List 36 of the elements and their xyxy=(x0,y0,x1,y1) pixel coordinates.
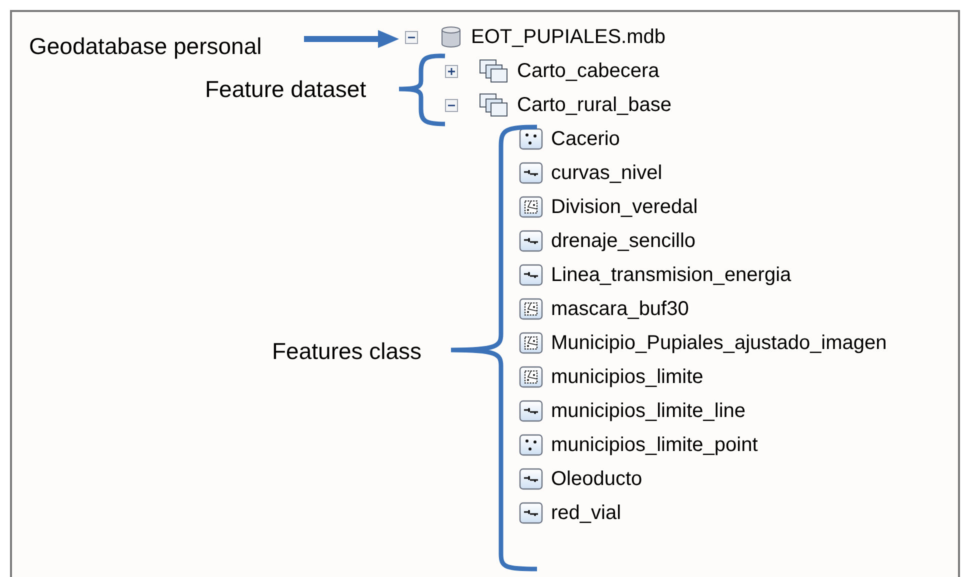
tree-item[interactable]: mascara_buf30 xyxy=(551,294,689,324)
polygon-feature-icon xyxy=(519,332,543,354)
tree-item[interactable]: Cacerio xyxy=(551,124,620,154)
line-feature-icon xyxy=(519,162,543,184)
line-feature-icon xyxy=(519,230,543,252)
tree-item[interactable]: EOT_PUPIALES.mdb xyxy=(471,22,666,52)
line-feature-icon xyxy=(519,502,543,524)
dataset-icon xyxy=(479,93,509,117)
point-feature-icon xyxy=(519,128,543,150)
tree-item[interactable]: Division_veredal xyxy=(551,192,698,222)
line-feature-icon xyxy=(519,264,543,286)
polygon-feature-icon xyxy=(519,196,543,218)
tree-item[interactable]: Linea_transmision_energia xyxy=(551,260,792,290)
point-feature-icon xyxy=(519,434,543,456)
tree-item[interactable]: Municipio_Pupiales_ajustado_imagen xyxy=(551,328,887,358)
collapse-icon[interactable] xyxy=(445,98,458,112)
tree-item[interactable]: Carto_cabecera xyxy=(517,56,660,86)
polygon-feature-icon xyxy=(519,366,543,388)
annotation-label: Geodatabase personal xyxy=(29,32,262,61)
tree-item[interactable]: drenaje_sencillo xyxy=(551,226,696,256)
dataset-icon xyxy=(479,59,509,83)
line-feature-icon xyxy=(519,468,543,490)
tree-item[interactable]: red_vial xyxy=(551,498,622,528)
tree-item[interactable]: Oleoducto xyxy=(551,464,642,494)
tree-item[interactable]: municipios_limite_point xyxy=(551,430,758,460)
annotation-label: Features class xyxy=(272,337,422,366)
tree-item[interactable]: curvas_nivel xyxy=(551,158,662,188)
tree-item[interactable]: municipios_limite_line xyxy=(551,396,746,426)
database-icon xyxy=(439,25,463,49)
tree-item[interactable]: municipios_limite xyxy=(551,362,704,392)
collapse-icon[interactable] xyxy=(405,30,418,44)
polygon-feature-icon xyxy=(519,298,543,320)
annotation-label: Feature dataset xyxy=(205,75,366,104)
tree-item[interactable]: Carto_rural_base xyxy=(517,90,672,120)
line-feature-icon xyxy=(519,400,543,422)
expand-icon[interactable] xyxy=(445,64,458,78)
